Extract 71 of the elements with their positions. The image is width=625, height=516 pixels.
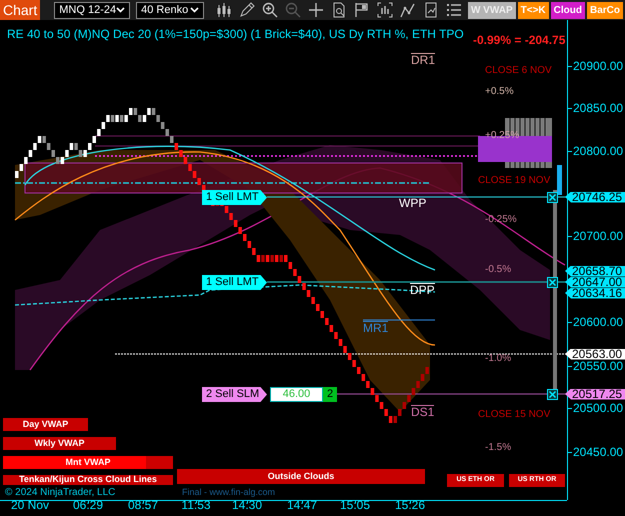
credit-text: Final - www.fin-alg.com (182, 487, 276, 498)
level-label: -1.0% (485, 352, 512, 365)
price-marker: 20563.00 (565, 348, 625, 360)
level-label: DPP (410, 283, 435, 297)
order-label[interactable]: 1 Sell LMT (202, 190, 267, 205)
pencil-icon[interactable] (238, 2, 255, 18)
price-marker: 20517.25 (565, 388, 625, 400)
level-label: +0.25% (485, 129, 520, 142)
level-label: DS1 (411, 405, 434, 419)
price-tick: 20550.00 (573, 360, 624, 373)
price-marker: 20658.70 (565, 266, 625, 276)
close-icon[interactable] (547, 388, 558, 400)
time-tick: 15:05 (340, 499, 370, 512)
document-search-icon[interactable] (330, 2, 347, 18)
chart-frame-icon[interactable] (376, 2, 393, 18)
level-label: WPP (399, 197, 426, 210)
price-tick: 20700.00 (573, 230, 624, 243)
price-tick: 20600.00 (573, 316, 624, 329)
list-icon[interactable] (446, 2, 462, 18)
current-bar-marker (557, 165, 562, 195)
legend-bar: Day VWAP (3, 418, 88, 431)
chevron-down-icon (116, 7, 126, 13)
indicator-button[interactable]: Cloud (550, 2, 585, 18)
time-tick: 08:57 (128, 499, 158, 512)
level-label: MR1 (363, 321, 388, 335)
line-chart-icon[interactable] (400, 2, 416, 18)
legend-bar: Mnt VWAP (3, 456, 173, 469)
copyright-text: © 2024 NinjaTrader, LLC (5, 487, 116, 499)
time-tick: 20 Nov (10, 499, 50, 512)
order-label[interactable]: 1 Sell LMT (202, 275, 267, 290)
price-field[interactable]: 46.00 (270, 387, 323, 402)
chevron-down-icon (190, 7, 199, 13)
app-button[interactable]: Chart (0, 0, 40, 20)
indicator-button[interactable]: BarCo (586, 2, 623, 18)
price-marker: 20746.25 (565, 192, 625, 202)
price-tick: 20850.00 (573, 102, 624, 115)
price-marker: 20634.16 (565, 288, 625, 298)
legend-bar: Tenkan/Kijun Cross Cloud Lines (3, 475, 173, 485)
time-tick: 06:29 (72, 499, 104, 512)
instrument-dropdown[interactable]: MNQ 12-24 (54, 2, 130, 18)
level-label: -1.5% (485, 441, 512, 454)
price-tick: 20800.00 (573, 145, 624, 158)
level-label: CLOSE 15 NOV (478, 408, 550, 421)
legend-bar: Outside Clouds (177, 469, 425, 484)
level-label: CLOSE 19 NOV (478, 174, 550, 187)
document-chart-icon[interactable] (422, 2, 439, 18)
crosshair-icon[interactable] (308, 2, 324, 18)
close-icon[interactable] (547, 276, 558, 288)
quantity-badge: 2 (323, 387, 337, 402)
level-label: CLOSE 6 NOV (485, 64, 552, 77)
price-change: -0.99% = -204.75 (473, 33, 566, 47)
chart-title: RE 40 to 50 (M)NQ Dec 20 (1%=150p=$300) (1 Brick=$40), US Dy RTH %, ETH TPO (7, 27, 464, 41)
price-tick: 20500.00 (573, 402, 624, 415)
bar-type-dropdown[interactable]: 40 Renko (136, 2, 204, 18)
price-marker: 20647.00 (565, 276, 625, 288)
price-tick: 20450.00 (573, 446, 624, 459)
level-label: DR1 (411, 53, 436, 67)
close-icon[interactable] (547, 192, 558, 202)
indicator-button[interactable]: T<>K (518, 2, 549, 18)
order-label[interactable]: 2 Sell SLM (202, 387, 267, 402)
price-tick: 20900.00 (573, 60, 624, 73)
time-tick: 14:47 (286, 499, 318, 512)
flag-icon[interactable] (354, 2, 370, 18)
time-tick: 15:26 (394, 499, 426, 512)
time-tick: 14:30 (232, 499, 262, 512)
candlestick-icon[interactable] (216, 2, 232, 18)
zoom-in-icon[interactable] (262, 2, 278, 18)
legend-bar: Wkly VWAP (3, 437, 116, 450)
time-tick: 11:53 (181, 499, 211, 512)
level-label: +0.5% (485, 85, 514, 98)
level-label: -0.5% (485, 263, 512, 276)
